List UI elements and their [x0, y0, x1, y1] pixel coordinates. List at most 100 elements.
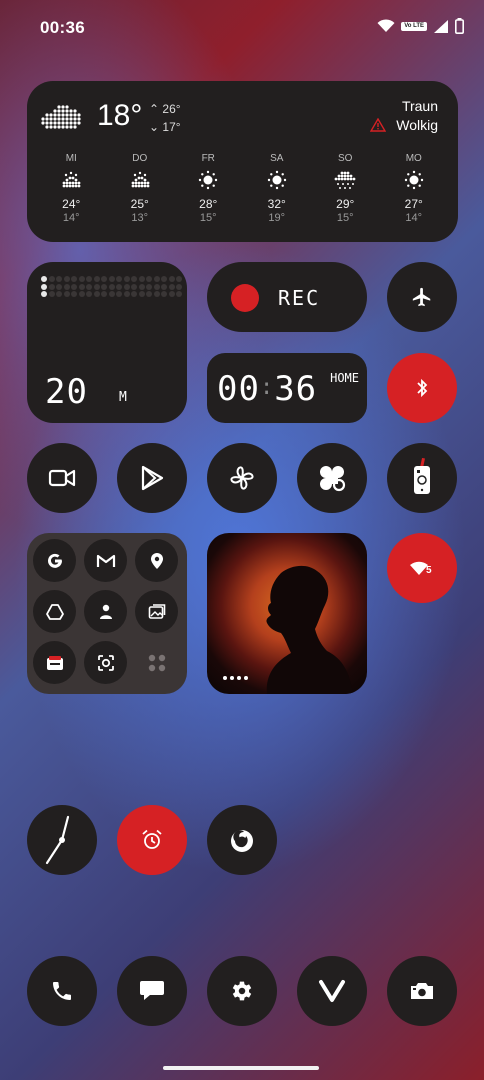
- timer-unit: M: [119, 390, 127, 405]
- low-temp: 17°: [162, 120, 181, 134]
- wifi-badge: 5: [426, 565, 432, 576]
- airplane-mode-toggle[interactable]: [387, 262, 457, 332]
- phone-icon: [53, 982, 71, 1000]
- status-icons: Vo LTE: [377, 18, 464, 34]
- phone-device-icon: [414, 458, 430, 494]
- forecast-days: MI 24° 14° DO 25° 13° FR 28° 15° SA 32° …: [27, 153, 458, 224]
- meet-app[interactable]: [27, 443, 97, 513]
- weather-condition: Wolkig: [396, 117, 438, 133]
- temp-range: ⌃ 26° ⌄ 17°: [149, 100, 181, 136]
- analog-clock-icon: [45, 815, 70, 865]
- wifi-icon: [377, 19, 395, 32]
- google-app[interactable]: [33, 539, 76, 582]
- sun-icon: [267, 170, 286, 190]
- bluetooth-toggle[interactable]: [387, 353, 457, 423]
- clock-widget[interactable]: 00:36 HOME: [207, 353, 367, 423]
- day-name: SA: [270, 153, 284, 164]
- timer-widget[interactable]: 20 M: [27, 262, 187, 423]
- maps-icon: [150, 552, 163, 569]
- vivaldi-app[interactable]: [297, 956, 367, 1026]
- phone-app[interactable]: [27, 956, 97, 1026]
- record-label: REC: [278, 286, 321, 310]
- forecast-day: SO 29° 15°: [320, 153, 370, 224]
- contacts-icon: [99, 604, 112, 619]
- analog-clock-widget[interactable]: [27, 805, 97, 875]
- settings-app[interactable]: [207, 956, 277, 1026]
- app-folder[interactable]: [27, 533, 187, 694]
- day-high: 24°: [62, 197, 81, 211]
- contacts-app[interactable]: [84, 590, 127, 633]
- location-name: Traun: [401, 98, 438, 114]
- clock-label: HOME: [330, 371, 359, 385]
- portrait-silhouette: [266, 565, 353, 694]
- drive-icon: [45, 603, 64, 620]
- gallery-icon: [148, 603, 165, 619]
- day-low: 15°: [199, 212, 217, 224]
- gesture-navigation-bar[interactable]: [163, 1066, 319, 1070]
- nothing-x-app[interactable]: [297, 443, 367, 513]
- day-high: 28°: [199, 197, 218, 211]
- wifi-toggle[interactable]: 5: [387, 533, 457, 603]
- google-icon: [47, 553, 62, 568]
- more-apps-icon: [148, 654, 165, 671]
- day-name: SO: [338, 153, 353, 164]
- gmail-app[interactable]: [84, 539, 127, 582]
- alarm-app[interactable]: [117, 805, 187, 875]
- forecast-day: SA 32° 19°: [252, 153, 302, 224]
- clock-separator: :: [259, 375, 275, 400]
- photo-widget[interactable]: [207, 533, 367, 694]
- camera-app[interactable]: [387, 956, 457, 1026]
- weather-widget[interactable]: 18° ⌃ 26° ⌄ 17° Traun Wolkig MI 24° 14° …: [27, 81, 458, 242]
- airplane-icon: [412, 287, 431, 307]
- play-store-app[interactable]: [117, 443, 187, 513]
- current-temperature: 18°: [97, 99, 143, 132]
- record-dot-icon: [231, 284, 259, 312]
- record-button[interactable]: REC: [207, 262, 367, 332]
- day-name: MI: [65, 153, 77, 164]
- video-camera-icon: [48, 469, 76, 487]
- firefox-icon: [231, 830, 253, 852]
- day-low: 15°: [336, 212, 354, 224]
- lens-icon: [97, 654, 114, 671]
- high-temp: 26°: [162, 102, 181, 116]
- lens-app[interactable]: [84, 641, 127, 684]
- maps-app[interactable]: [135, 539, 178, 582]
- wallet-app[interactable]: [33, 641, 76, 684]
- day-low: 13°: [131, 212, 149, 224]
- forecast-day: DO 25° 13°: [115, 153, 165, 224]
- sun-icon: [199, 170, 218, 190]
- day-high: 25°: [130, 197, 149, 211]
- day-high: 29°: [336, 197, 355, 211]
- settings-icon: [232, 981, 252, 1001]
- volte-icon: Vo LTE: [401, 21, 427, 31]
- signal-icon: [434, 19, 448, 33]
- fan-app[interactable]: [207, 443, 277, 513]
- cloud-icon: [41, 105, 81, 129]
- firefox-app[interactable]: [207, 805, 277, 875]
- fan-icon: [230, 466, 254, 490]
- forecast-day: MO 27° 14°: [389, 153, 439, 224]
- day-name: FR: [201, 153, 215, 164]
- phone-device-app[interactable]: [387, 443, 457, 513]
- gmail-icon: [96, 554, 115, 567]
- clock-time: 00:36: [217, 369, 317, 409]
- partly-cloudy-icon: [131, 171, 150, 188]
- clock-minutes: 36: [274, 369, 318, 409]
- battery-icon: [455, 18, 464, 34]
- day-high: 32°: [267, 197, 286, 211]
- partly-cloudy-icon: [62, 171, 81, 188]
- more-apps[interactable]: [135, 641, 178, 684]
- flower-icon: [320, 466, 346, 492]
- camera-icon: [411, 983, 433, 999]
- drive-app[interactable]: [33, 590, 76, 633]
- vivaldi-icon: [319, 980, 345, 1002]
- timer-value: 20: [45, 372, 88, 412]
- gallery-app[interactable]: [135, 590, 178, 633]
- day-high: 27°: [404, 197, 423, 211]
- day-low: 14°: [62, 212, 80, 224]
- pagination-dots: [223, 676, 248, 680]
- day-name: MO: [405, 153, 422, 164]
- forecast-day: FR 28° 15°: [183, 153, 233, 224]
- bluetooth-icon: [417, 378, 428, 398]
- messages-app[interactable]: [117, 956, 187, 1026]
